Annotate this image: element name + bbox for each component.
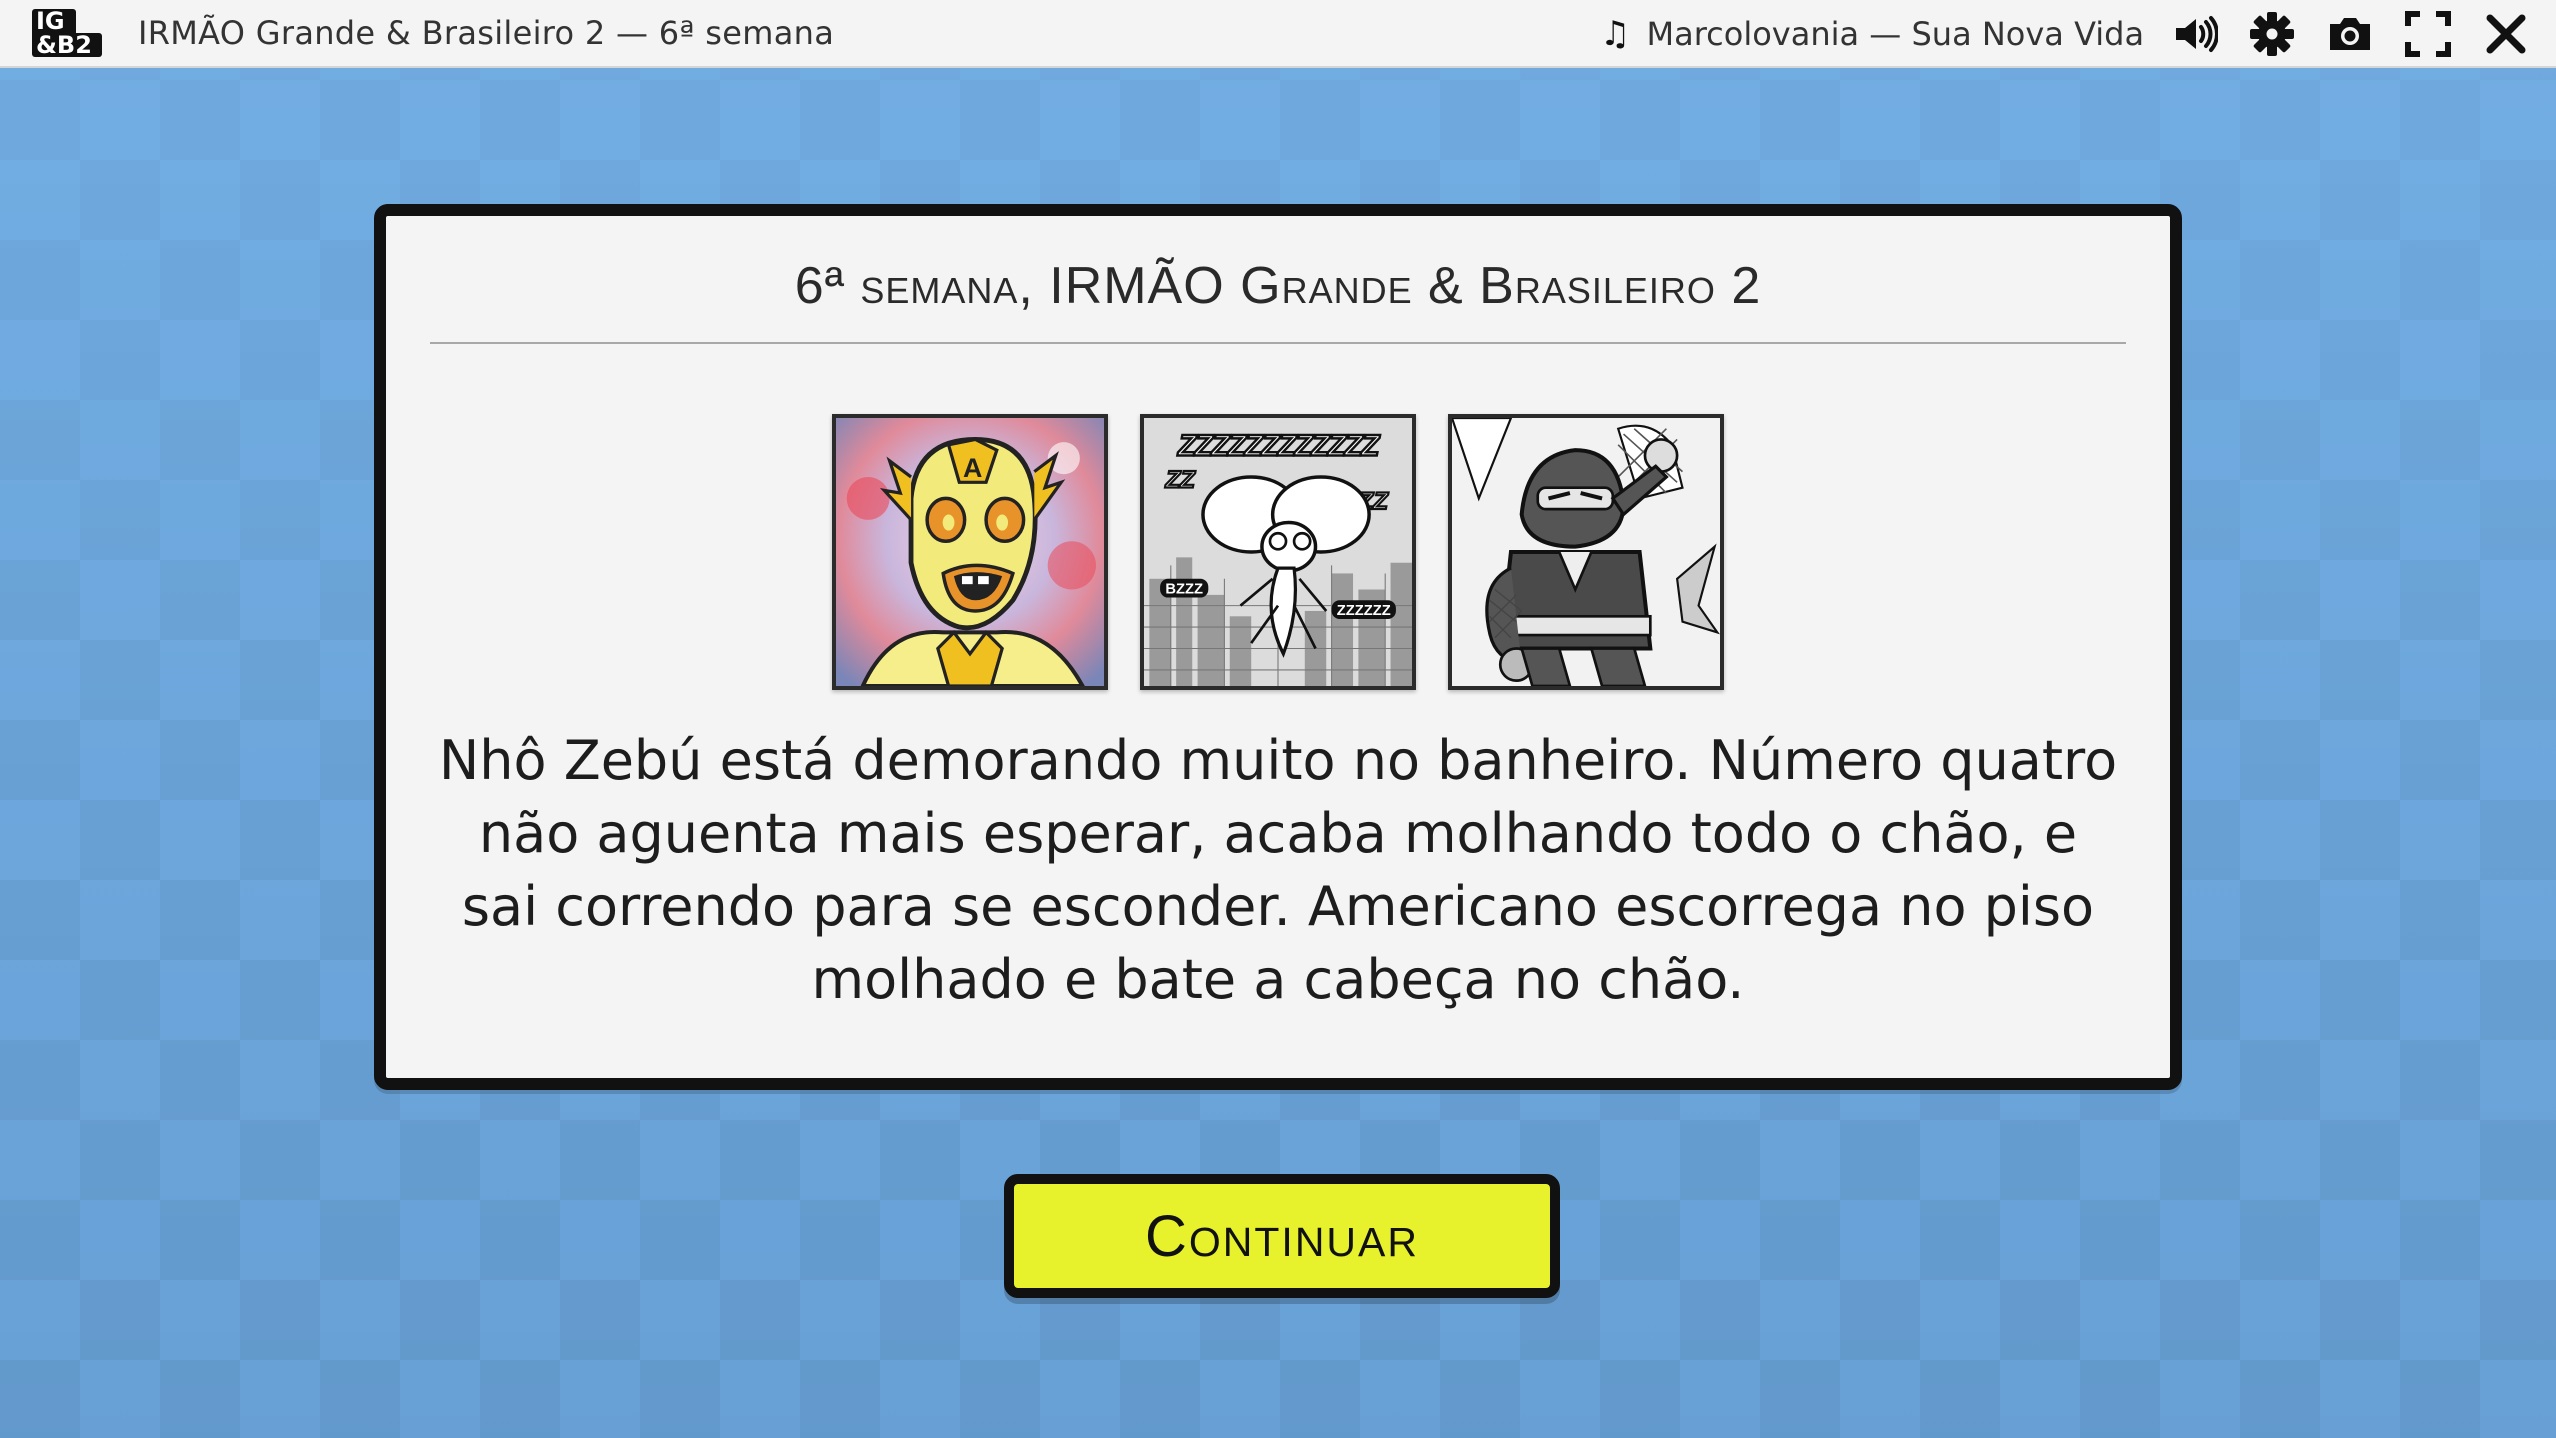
- window-controls: [2168, 0, 2532, 68]
- camera-icon[interactable]: [2324, 8, 2376, 60]
- svg-text:ZZZZZZ: ZZZZZZ: [1337, 603, 1391, 619]
- logo-line1: IG: [32, 9, 76, 33]
- story-text: Nhô Zebú está demorando muito no banheir…: [438, 729, 2118, 1011]
- fly-over-city-portrait: ZZZZZZZZZZZZ ZZ ZZ BZZZ ZZZZZZ: [1140, 414, 1416, 690]
- svg-text:BZZZ: BZZZ: [1165, 582, 1203, 598]
- masked-hero-portrait: A: [832, 414, 1108, 690]
- volume-icon[interactable]: [2168, 8, 2220, 60]
- divider: [430, 342, 2126, 344]
- game-logo: IG &B2: [32, 5, 102, 61]
- track-name: Marcolovania — Sua Nova Vida: [1646, 15, 2145, 53]
- fullscreen-icon[interactable]: [2402, 8, 2454, 60]
- ninja-portrait: [1448, 414, 1724, 690]
- window-title: IRMÃO Grande & Brasileiro 2 — 6ª semana: [138, 14, 835, 52]
- logo-line2: &B2: [32, 33, 102, 57]
- dialog-title: 6ª semana, IRMÃO Grande & Brasileiro 2: [794, 257, 1762, 315]
- close-icon[interactable]: [2480, 8, 2532, 60]
- music-note-icon: ♫: [1600, 14, 1631, 54]
- event-dialog: 6ª semana, IRMÃO Grande & Brasileiro 2 A…: [374, 204, 2182, 1090]
- now-playing: ♫ Marcolovania — Sua Nova Vida: [1600, 0, 2144, 68]
- svg-text:ZZZZZZZZZZZZ: ZZZZZZZZZZZZ: [1177, 430, 1380, 463]
- gear-icon[interactable]: [2246, 8, 2298, 60]
- character-portraits: A ZZZZZZZZZZZZ ZZ ZZ BZZZ ZZZZZZ: [386, 414, 2170, 690]
- continue-button[interactable]: Continuar: [1004, 1174, 1560, 1298]
- svg-text:A: A: [963, 453, 982, 483]
- title-bar: IG &B2 IRMÃO Grande & Brasileiro 2 — 6ª …: [0, 0, 2556, 68]
- svg-text:ZZ: ZZ: [1164, 467, 1196, 494]
